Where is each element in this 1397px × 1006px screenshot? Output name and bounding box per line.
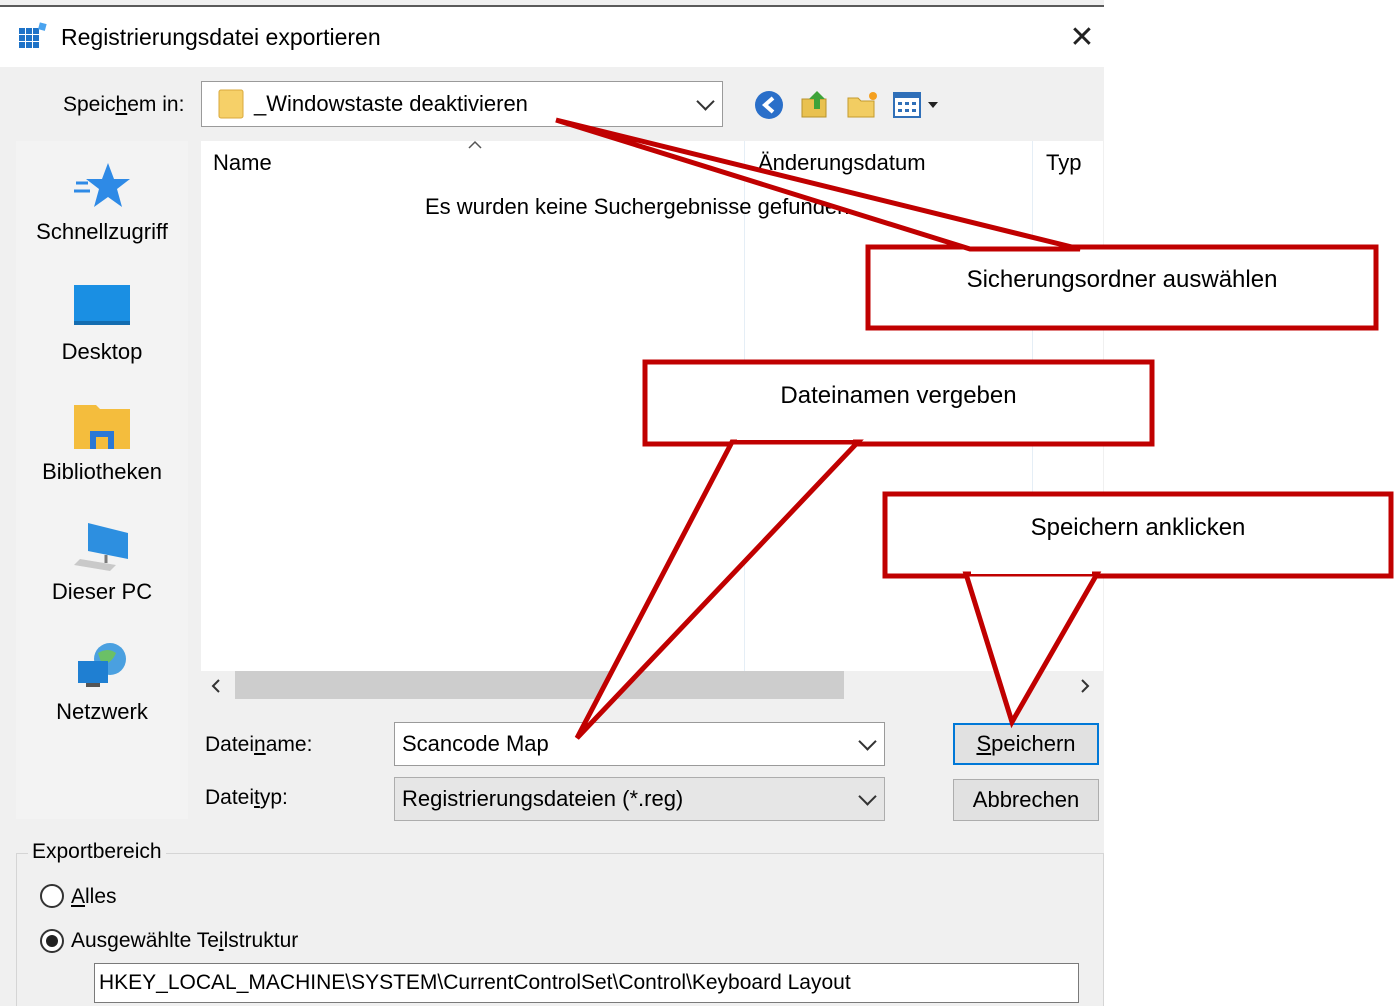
callout-overlay	[555, 117, 1394, 740]
callout-filename-text: Dateinamen vergeben	[780, 382, 1017, 409]
callout-folder-text: Sicherungsordner auswählen	[966, 266, 1278, 293]
callout-filename-pointer	[574, 439, 864, 740]
callout-folder-pointer	[555, 117, 1081, 252]
callout-save-pointer	[962, 571, 1102, 729]
callout-save-text: Speichern anklicken	[1030, 514, 1246, 541]
